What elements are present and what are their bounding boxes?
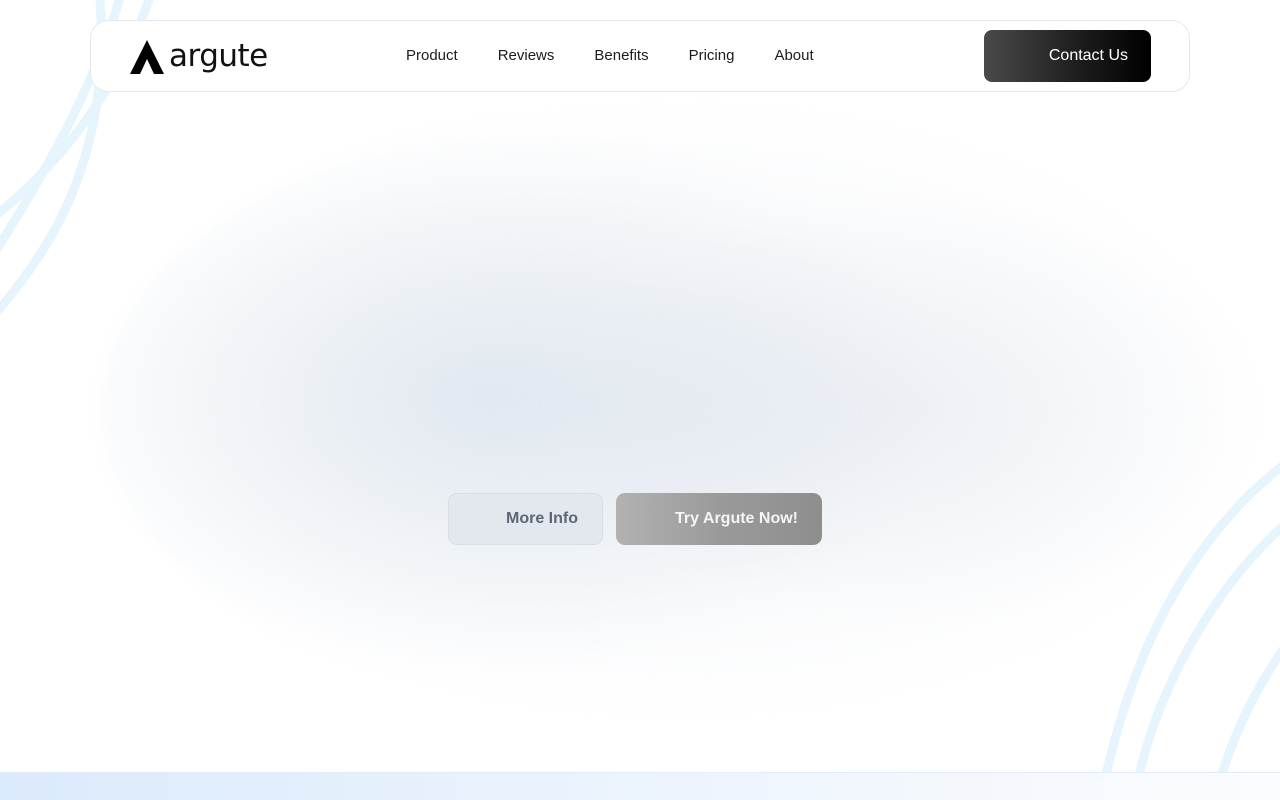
bottom-section-edge	[0, 772, 1280, 800]
nav-link-product[interactable]: Product	[406, 46, 458, 66]
nav-link-pricing[interactable]: Pricing	[689, 46, 735, 66]
brand-logo[interactable]: argute	[129, 37, 268, 77]
try-argute-button[interactable]: Try Argute Now!	[616, 493, 822, 545]
contact-us-button[interactable]: Contact Us	[984, 30, 1151, 82]
main-nav: Product Reviews Benefits Pricing About	[406, 46, 854, 66]
top-navbar: argute Product Reviews Benefits Pricing …	[90, 20, 1190, 92]
brand-name: argute	[169, 37, 268, 74]
argute-a-icon	[129, 39, 165, 75]
nav-link-benefits[interactable]: Benefits	[594, 46, 648, 66]
nav-link-reviews[interactable]: Reviews	[498, 46, 555, 66]
nav-link-about[interactable]: About	[774, 46, 813, 66]
more-info-button[interactable]: More Info	[448, 493, 603, 545]
hero-glow	[100, 100, 1260, 720]
bottom-right-arc-3	[1215, 646, 1280, 782]
top-left-arc-3	[0, 0, 106, 316]
